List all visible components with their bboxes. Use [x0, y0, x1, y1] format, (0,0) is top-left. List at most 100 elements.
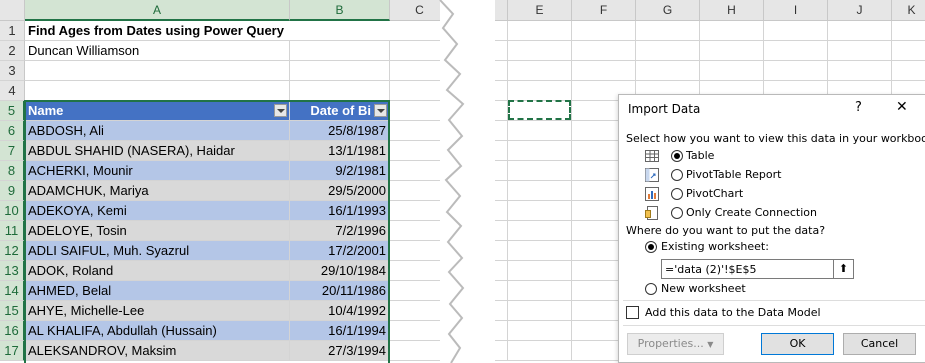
empty-cell[interactable]	[828, 41, 892, 61]
table-cell-date[interactable]: 9/2/1981	[290, 161, 390, 181]
empty-cell[interactable]	[508, 261, 572, 281]
table-cell-name[interactable]: AHMED, Belal	[25, 281, 290, 301]
empty-cell[interactable]	[25, 81, 290, 101]
table-cell-name[interactable]: ADELOYE, Tosin	[25, 221, 290, 241]
table-cell-date[interactable]: 13/1/1981	[290, 141, 390, 161]
table-cell-name[interactable]: ADOK, Roland	[25, 261, 290, 281]
table-cell-date[interactable]: 10/4/1992	[290, 301, 390, 321]
ok-button[interactable]: OK	[761, 333, 834, 355]
row-header[interactable]: 7	[0, 141, 25, 161]
row-header[interactable]: 8	[0, 161, 25, 181]
row-header[interactable]: 12	[0, 241, 25, 261]
new-worksheet-label[interactable]: New worksheet	[661, 282, 746, 295]
empty-cell[interactable]	[636, 21, 700, 41]
empty-cell[interactable]	[892, 21, 925, 41]
row-header[interactable]: 17	[0, 341, 25, 361]
sheet-title[interactable]: Find Ages from Dates using Power Query	[25, 21, 390, 41]
empty-cell[interactable]	[508, 61, 572, 81]
empty-cell[interactable]	[636, 61, 700, 81]
empty-cell[interactable]	[508, 181, 572, 201]
select-all-corner[interactable]	[0, 0, 25, 21]
empty-cell[interactable]	[508, 21, 572, 41]
radio-existing-worksheet[interactable]	[645, 241, 657, 253]
row-header[interactable]: 9	[0, 181, 25, 201]
empty-cell[interactable]	[290, 81, 390, 101]
empty-cell[interactable]	[508, 281, 572, 301]
empty-cell[interactable]	[636, 41, 700, 61]
row-header[interactable]: 11	[0, 221, 25, 241]
empty-cell[interactable]	[508, 321, 572, 341]
radio-only-connection[interactable]	[671, 207, 683, 219]
empty-cell[interactable]	[508, 81, 572, 101]
empty-cell[interactable]	[508, 341, 572, 361]
collapse-dialog-icon[interactable]: ⬆	[833, 260, 853, 278]
option-connection-label[interactable]: Only Create Connection	[686, 206, 817, 219]
row-header[interactable]: 5	[0, 101, 25, 121]
row-header[interactable]: 2	[0, 41, 25, 61]
radio-new-worksheet[interactable]	[645, 283, 657, 295]
table-cell-date[interactable]: 27/3/1994	[290, 341, 390, 361]
option-pivottable-label[interactable]: PivotTable Report	[686, 168, 781, 181]
radio-pivotchart[interactable]	[671, 188, 683, 200]
filter-dropdown-icon[interactable]	[374, 104, 387, 117]
table-cell-date[interactable]: 7/2/1996	[290, 221, 390, 241]
author-name[interactable]: Duncan Williamson	[25, 41, 290, 61]
empty-cell[interactable]	[25, 61, 290, 81]
table-cell-name[interactable]: ABDUL SHAHID (NASERA), Haidar	[25, 141, 290, 161]
location-input[interactable]: ='data (2)'!$E$5	[661, 259, 854, 279]
filter-dropdown-icon[interactable]	[274, 104, 287, 117]
empty-cell[interactable]	[764, 21, 828, 41]
empty-cell[interactable]	[290, 41, 390, 61]
empty-cell[interactable]	[508, 201, 572, 221]
row-header[interactable]: 1	[0, 21, 25, 41]
table-cell-name[interactable]: ACHERKI, Mounir	[25, 161, 290, 181]
empty-cell[interactable]	[508, 141, 572, 161]
empty-cell[interactable]	[828, 21, 892, 41]
target-cell-marquee[interactable]	[508, 100, 571, 120]
column-header-e[interactable]: E	[508, 0, 572, 21]
column-header-i[interactable]: I	[764, 0, 828, 21]
empty-cell[interactable]	[508, 161, 572, 181]
table-cell-date[interactable]: 25/8/1987	[290, 121, 390, 141]
radio-table[interactable]	[671, 150, 683, 162]
empty-cell[interactable]	[892, 61, 925, 81]
column-header-f[interactable]: F	[572, 0, 636, 21]
table-cell-date[interactable]: 20/11/1986	[290, 281, 390, 301]
table-cell-name[interactable]: ABDOSH, Ali	[25, 121, 290, 141]
table-cell-name[interactable]: AHYE, Michelle-Lee	[25, 301, 290, 321]
empty-cell[interactable]	[572, 61, 636, 81]
empty-cell[interactable]	[764, 41, 828, 61]
radio-pivottable[interactable]	[671, 169, 683, 181]
close-button[interactable]: ✕	[896, 99, 908, 115]
data-model-checkbox[interactable]	[626, 306, 639, 319]
empty-cell[interactable]	[700, 61, 764, 81]
row-header[interactable]: 15	[0, 301, 25, 321]
table-cell-date[interactable]: 16/1/1993	[290, 201, 390, 221]
empty-cell[interactable]	[892, 41, 925, 61]
column-header-j[interactable]: J	[828, 0, 892, 21]
row-header[interactable]: 10	[0, 201, 25, 221]
row-header[interactable]: 14	[0, 281, 25, 301]
table-cell-name[interactable]: AL KHALIFA, Abdullah (Hussain)	[25, 321, 290, 341]
properties-button[interactable]: Properties... ▼	[627, 333, 724, 355]
existing-worksheet-label[interactable]: Existing worksheet:	[661, 240, 769, 253]
table-cell-name[interactable]: ADLI SAIFUL, Muh. Syazrul	[25, 241, 290, 261]
table-cell-date[interactable]: 29/10/1984	[290, 261, 390, 281]
empty-cell[interactable]	[508, 241, 572, 261]
empty-cell[interactable]	[572, 21, 636, 41]
empty-cell[interactable]	[508, 41, 572, 61]
cancel-button[interactable]: Cancel	[843, 333, 916, 355]
table-cell-date[interactable]: 16/1/1994	[290, 321, 390, 341]
row-header[interactable]: 13	[0, 261, 25, 281]
row-header[interactable]: 6	[0, 121, 25, 141]
empty-cell[interactable]	[508, 121, 572, 141]
row-header[interactable]: 4	[0, 81, 25, 101]
data-model-label[interactable]: Add this data to the Data Model	[645, 306, 821, 319]
table-cell-name[interactable]: ALEKSANDROV, Maksim	[25, 341, 290, 361]
table-header-date[interactable]: Date of Bi	[290, 101, 390, 121]
column-header-a[interactable]: A	[25, 0, 290, 21]
column-header-h[interactable]: H	[700, 0, 764, 21]
table-cell-date[interactable]: 29/5/2000	[290, 181, 390, 201]
help-button[interactable]: ?	[855, 100, 862, 115]
column-header-k[interactable]: K	[892, 0, 925, 21]
